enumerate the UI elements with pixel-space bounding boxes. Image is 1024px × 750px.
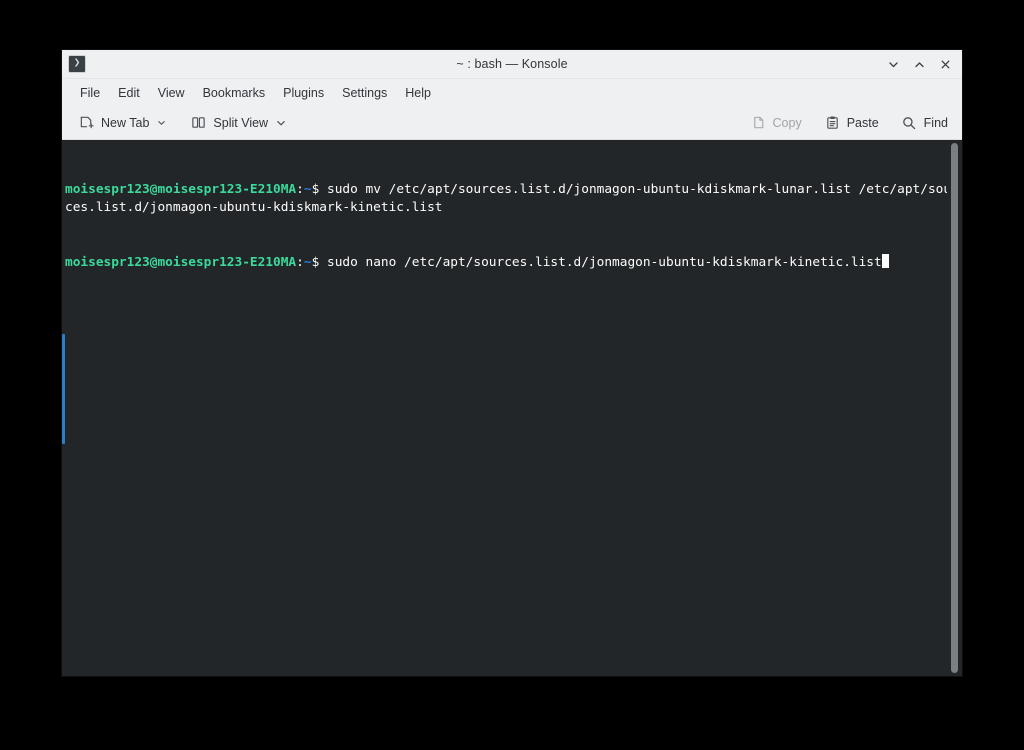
new-tab-label: New Tab [101,115,150,130]
close-button[interactable] [932,51,958,77]
terminal-command: sudo nano /etc/apt/sources.list.d/jonmag… [327,255,882,271]
chevron-down-icon [888,61,898,67]
copy-button: Copy [744,110,808,135]
terminal-line: moisespr123@moisespr123-E210MA:~$ sudo n… [65,254,962,272]
paste-icon [824,114,841,131]
maximize-button[interactable] [906,51,932,77]
menubar: File Edit View Bookmarks Plugins Setting… [62,79,962,106]
terminal-line: moisespr123@moisespr123-E210MA:~$ sudo m… [65,181,962,218]
terminal-output[interactable]: moisespr123@moisespr123-E210MA:~$ sudo m… [62,140,962,676]
konsole-window: ❯ ~ : bash — Konsole File Edit View Book… [62,50,962,676]
close-icon [941,60,949,68]
paste-label: Paste [846,115,879,130]
copy-label: Copy [772,115,802,130]
prompt-colon: : [296,181,304,197]
menu-settings[interactable]: Settings [333,82,396,104]
terminal-scrollbar-thumb[interactable] [951,143,958,673]
window-titlebar[interactable]: ❯ ~ : bash — Konsole [62,50,962,79]
prompt-path: ~ [303,181,312,197]
search-icon [901,114,918,131]
terminal-area[interactable]: moisespr123@moisespr123-E210MA:~$ sudo m… [62,140,962,676]
new-tab-button[interactable]: New Tab [72,110,174,135]
terminal-cursor [881,254,890,269]
copy-icon [750,114,767,131]
toolbar: New Tab Split View Copy Paste Find [62,106,962,140]
paste-button[interactable]: Paste [818,110,885,135]
prompt-sigil: $ [311,181,327,197]
new-tab-icon [78,114,95,131]
menu-view[interactable]: View [149,82,194,104]
menu-plugins[interactable]: Plugins [274,82,333,104]
terminal-scrollbar[interactable] [947,140,962,676]
window-controls [880,51,962,77]
menu-file[interactable]: File [71,82,109,104]
chevron-up-icon [914,61,924,67]
split-view-button[interactable]: Split View [184,110,294,135]
terminal-prompt-icon: ❯ [68,55,86,73]
prompt-path: ~ [303,255,312,271]
new-tab-chevron-down-icon[interactable] [155,118,168,127]
prompt-user: moisespr123@moisespr123-E210MA [65,255,297,271]
menu-bookmarks[interactable]: Bookmarks [194,82,275,104]
split-view-icon [190,114,207,131]
minimize-button[interactable] [880,51,906,77]
menu-help[interactable]: Help [396,82,440,104]
terminal-prompt-icon-glyph: ❯ [73,57,81,69]
prompt-user: moisespr123@moisespr123-E210MA [65,181,297,197]
split-view-label: Split View [213,115,269,130]
find-button[interactable]: Find [895,110,954,135]
desktop-background: ❯ ~ : bash — Konsole File Edit View Book… [0,0,1024,750]
prompt-colon: : [296,255,304,271]
find-label: Find [923,115,948,130]
split-view-chevron-down-icon[interactable] [274,118,288,128]
menu-edit[interactable]: Edit [109,82,149,104]
prompt-sigil: $ [311,255,327,271]
window-title: ~ : bash — Konsole [456,57,568,71]
